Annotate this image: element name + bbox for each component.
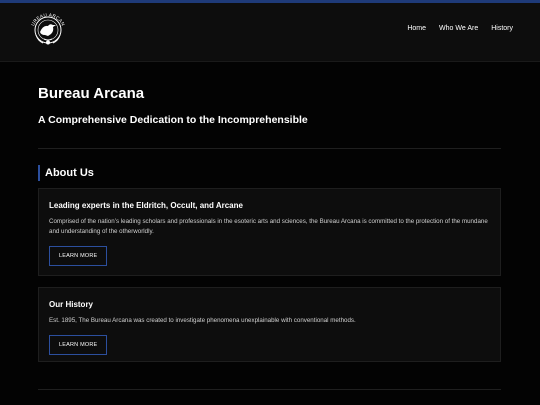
card-title: Our History xyxy=(49,300,94,309)
raven-seal-icon: BUREAU ARCANA xyxy=(25,4,65,45)
section-divider-bottom xyxy=(38,389,501,390)
section-divider xyxy=(38,148,501,149)
learn-more-button[interactable]: LEARN MORE xyxy=(49,335,108,355)
bureau-arcana-logo[interactable]: BUREAU ARCANA xyxy=(25,4,69,50)
nav-home[interactable]: Home xyxy=(407,25,426,32)
learn-more-button[interactable]: LEARN MORE xyxy=(49,246,108,266)
card-body: Comprised of the nation’s leading schola… xyxy=(49,218,488,235)
about-section-title: About Us xyxy=(38,165,94,181)
nav-history[interactable]: History xyxy=(491,25,513,32)
page-title: Bureau Arcana xyxy=(38,85,145,102)
page-subtitle: A Comprehensive Dedication to the Incomp… xyxy=(38,114,308,126)
main-nav: Home Who We Are History xyxy=(407,25,513,32)
card-body: Est. 1895, The Bureau Arcana was created… xyxy=(49,317,356,324)
site-header: BUREAU ARCANA Home Who We Are History xyxy=(0,3,540,62)
card-our-history: Our History Est. 1895, The Bureau Arcana… xyxy=(38,287,501,362)
card-title: Leading experts in the Eldritch, Occult,… xyxy=(49,201,243,210)
card-leading-experts: Leading experts in the Eldritch, Occult,… xyxy=(38,188,501,276)
nav-who-we-are[interactable]: Who We Are xyxy=(439,25,478,32)
